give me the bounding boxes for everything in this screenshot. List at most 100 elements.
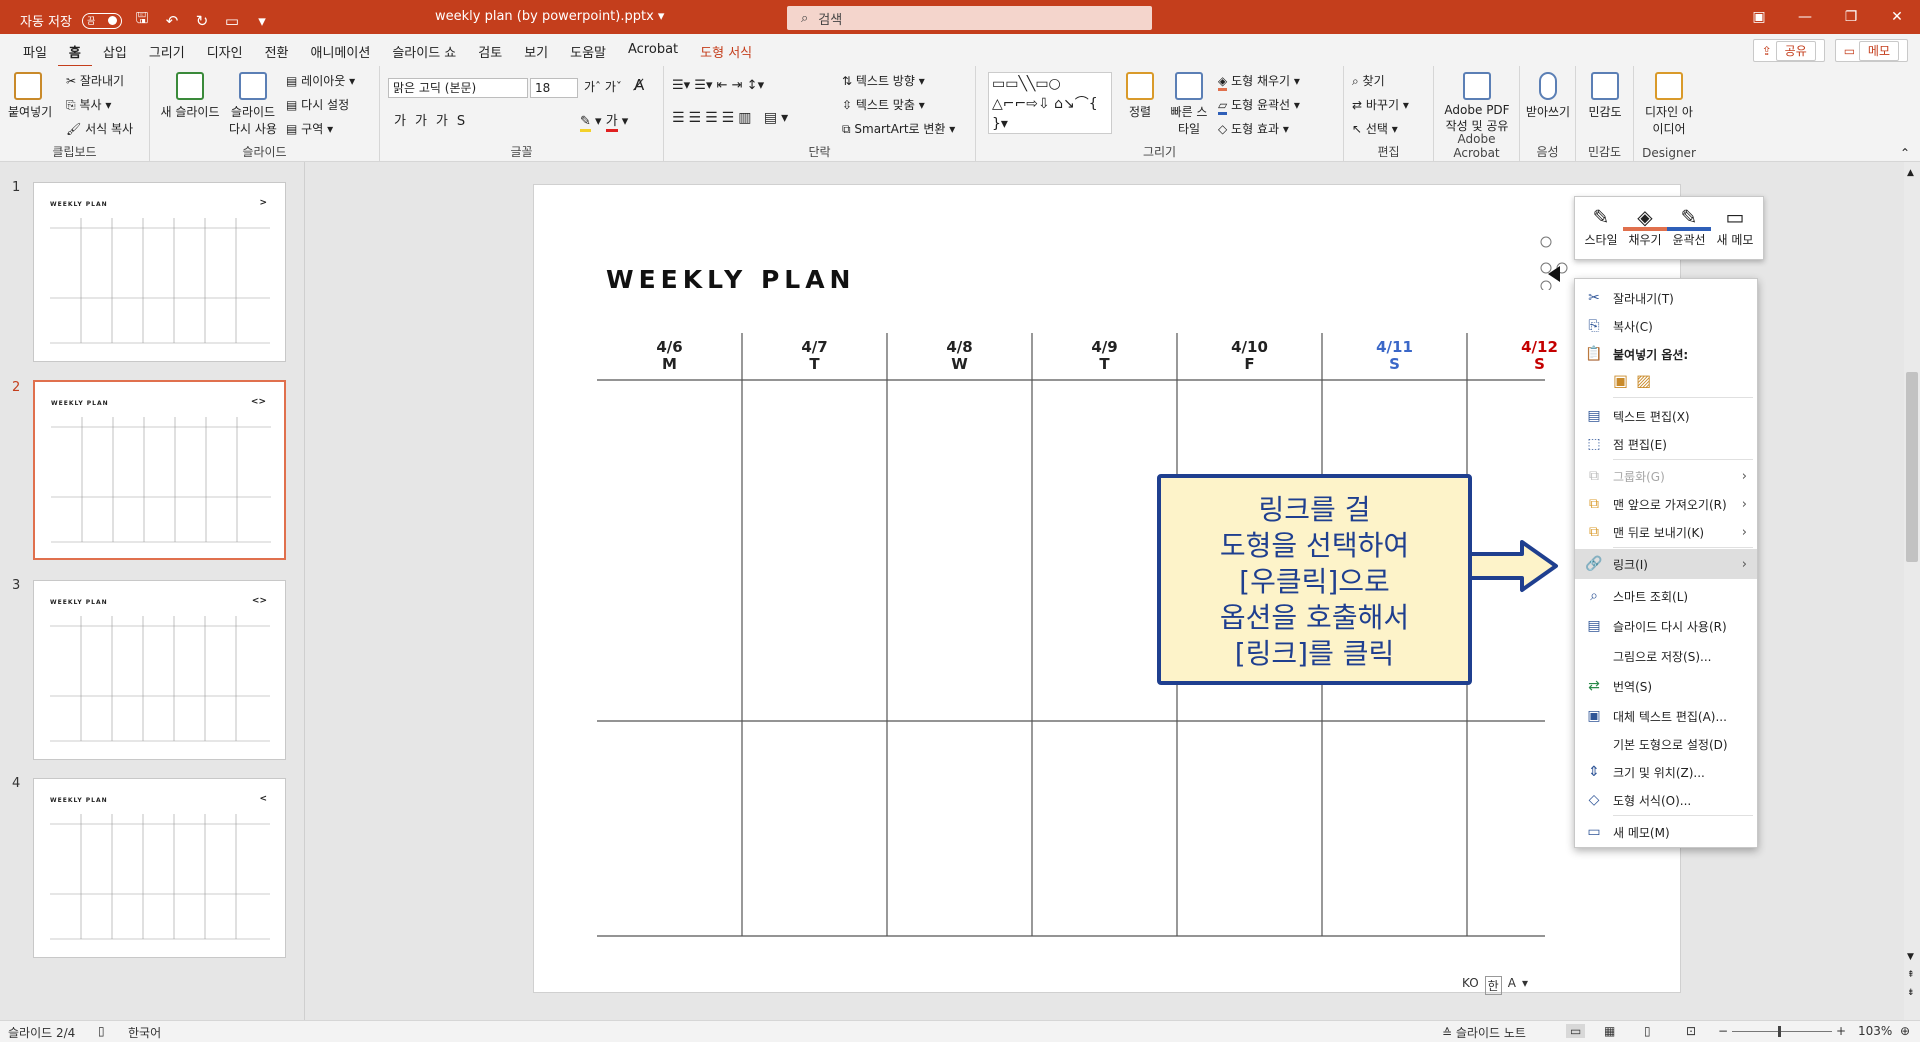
menu-item-bring-front[interactable]: ⧉ 맨 앞으로 가져오기(R) › [1575,491,1757,517]
autosave-toggle[interactable]: 끔 [81,12,122,29]
tab-draw[interactable]: 그리기 [138,42,196,68]
tab-transitions[interactable]: 전환 [254,42,300,68]
document-title[interactable]: weekly plan (by powerpoint).pptx ▾ [435,9,664,24]
tab-shape-format[interactable]: 도형 서식 [689,42,763,68]
cut-button[interactable]: ✂ 잘라내기 [66,72,124,89]
zoom-out-icon[interactable]: − [1718,1024,1728,1038]
scroll-down-icon[interactable]: ▼ [1907,952,1914,962]
highlight-font-color-icons[interactable]: ✎ ▾ 가 ▾ [580,110,628,132]
text-direction-button[interactable]: ⇅ 텍스트 방향 ▾ [842,72,925,89]
new-comment-button[interactable]: ▭ 새 메모 [1713,203,1757,248]
align-text-button[interactable]: ⇳ 텍스트 맞춤 ▾ [842,96,925,113]
comments-button[interactable]: ▭ 메모 [1834,39,1908,62]
menu-item-edit-text[interactable]: ▤ 텍스트 편집(X) [1575,403,1757,429]
ime-indicator[interactable]: KO 한 A ▾ [1462,976,1528,995]
menu-item-edit-points[interactable]: ⬚ 점 편집(E) [1575,431,1757,457]
menu-item-save-as-picture[interactable]: 그림으로 저장(S)... [1575,643,1757,669]
search-input[interactable]: ⌕ 검색 [787,6,1152,30]
shape-effects-button[interactable]: ◇ 도형 효과 ▾ [1218,120,1289,137]
customize-qat-icon[interactable]: ▾ [252,12,272,30]
arrange-button[interactable]: 정렬 [1120,72,1160,120]
menu-item-translate[interactable]: ⇄ 번역(S) [1575,673,1757,699]
tab-review[interactable]: 검토 [467,42,513,68]
slideshow-view-icon[interactable]: ⊡ [1686,1024,1696,1038]
reset-button[interactable]: ▤ 다시 설정 [286,96,349,113]
shape-fill-button[interactable]: ◈ 도형 채우기 ▾ [1218,72,1300,91]
dictate-button[interactable]: 받아쓰기 [1524,72,1572,120]
tab-home[interactable]: 홈 [57,42,92,68]
shape-outline-button[interactable]: ▱ 도형 윤곽선 ▾ [1218,96,1300,115]
font-size-select[interactable]: 18 [530,78,578,98]
menu-item-format-shape[interactable]: ◇ 도형 서식(O)... [1575,787,1757,813]
sensitivity-button[interactable]: 민감도 [1582,72,1628,120]
reuse-slides-button[interactable]: 슬라이드 다시 사용 [228,72,278,137]
redo-icon[interactable]: ↻ [192,12,212,30]
paste-picture-icon[interactable]: ▨ [1636,371,1651,390]
scroll-thumb[interactable] [1906,372,1918,562]
minimize-button[interactable]: — [1782,0,1828,34]
create-pdf-button[interactable]: Adobe PDF 작성 및 공유 [1438,72,1516,134]
select-button[interactable]: ↖ 선택 ▾ [1352,120,1398,137]
fit-to-window-icon[interactable]: ⊕ [1900,1024,1910,1038]
menu-item-new-comment[interactable]: ▭ 새 메모(M) [1575,819,1757,845]
zoom-in-icon[interactable]: + [1836,1024,1846,1038]
undo-icon[interactable]: ↶ [162,12,182,30]
menu-item-copy[interactable]: ⎘ 복사(C) [1575,313,1757,339]
tab-acrobat[interactable]: Acrobat [617,42,689,68]
find-button[interactable]: ⌕ 찾기 [1352,72,1385,89]
slide-thumbnail-1[interactable]: WEEKLY PLAN > [33,182,286,362]
collapse-ribbon-icon[interactable]: ⌃ [1900,146,1910,160]
restore-button[interactable]: ❐ [1828,0,1874,34]
menu-item-size-position[interactable]: ⇕ 크기 및 위치(Z)... [1575,759,1757,785]
shapes-gallery[interactable]: ▭▭╲╲▭○ △⌐⌐⇨⇩ ⌂↘⌒{ }▾ [988,72,1112,134]
tab-help[interactable]: 도움말 [559,42,617,68]
tab-slideshow[interactable]: 슬라이드 쇼 [381,42,467,68]
slide-thumbnail-3[interactable]: WEEKLY PLAN <> [33,580,286,760]
zoom-level[interactable]: 103% [1858,1024,1892,1038]
next-slide-icon[interactable]: ⇟ [1907,988,1915,998]
menu-item-set-default-shape[interactable]: 기본 도형으로 설정(D) [1575,731,1757,757]
menu-item-edit-alt-text[interactable]: ▣ 대체 텍스트 편집(A)... [1575,703,1757,729]
close-button[interactable]: ✕ [1874,0,1920,34]
copy-button[interactable]: ⎘ 복사 ▾ [66,96,111,113]
font-style-icons[interactable]: 가가가S [394,110,474,129]
menu-item-link[interactable]: 🔗 링크(I) › [1575,549,1757,579]
design-ideas-button[interactable]: 디자인 아이디어 [1640,72,1698,137]
grow-font-icon[interactable]: 가ˆ 가ˇ [584,78,622,95]
language-indicator[interactable]: 한국어 [128,1024,161,1041]
slide-sorter-icon[interactable]: ▦ [1604,1024,1615,1038]
replace-button[interactable]: ⇄ 바꾸기 ▾ [1352,96,1409,113]
paste-button[interactable]: 붙여넣기 [8,72,52,120]
tab-view[interactable]: 보기 [513,42,559,68]
list-icons[interactable]: ☰▾ ☰▾ ⇤ ⇥ ↕▾ [672,78,764,93]
present-icon[interactable]: ▭ [222,12,242,30]
scroll-up-icon[interactable]: ▲ [1907,168,1914,178]
zoom-slider[interactable] [1732,1031,1832,1032]
normal-view-icon[interactable]: ▭ [1566,1024,1586,1038]
zoom-slider-thumb[interactable] [1778,1026,1781,1037]
smartart-button[interactable]: ⧉ SmartArt로 변환 ▾ [842,120,955,137]
clear-format-icon[interactable]: A̸ [634,76,644,94]
slide-thumbnail-4[interactable]: WEEKLY PLAN < [33,778,286,958]
slide-thumbnail-2[interactable]: WEEKLY PLAN <> [33,380,286,560]
format-painter-button[interactable]: 🖌 서식 복사 [66,120,133,137]
align-icons[interactable]: ☰☰☰☰▥ ▤▾ [672,110,792,126]
spellcheck-icon[interactable]: ▯ [98,1024,105,1038]
paste-option-buttons[interactable]: ▣ ▨ [1613,367,1673,393]
notes-button[interactable]: ≙ 슬라이드 노트 [1442,1024,1526,1041]
style-button[interactable]: ✎ 스타일 [1579,203,1623,248]
tab-design[interactable]: 디자인 [196,42,254,68]
save-icon[interactable]: 🖫 [132,8,152,33]
menu-item-cut[interactable]: ✂ 잘라내기(T) [1575,285,1757,311]
paste-keep-source-icon[interactable]: ▣ [1613,371,1628,390]
tab-file[interactable]: 파일 [12,42,58,68]
ribbon-display-icon[interactable]: ▣ [1736,0,1782,34]
tab-insert[interactable]: 삽입 [92,42,138,68]
share-button[interactable]: ⇪ 공유 [1752,39,1825,62]
previous-slide-icon[interactable]: ⇞ [1907,970,1915,980]
fill-button[interactable]: ◈ 채우기 [1623,203,1667,248]
menu-item-send-back[interactable]: ⧉ 맨 뒤로 보내기(K) › [1575,519,1757,545]
tab-animations[interactable]: 애니메이션 [300,42,382,68]
menu-item-smart-lookup[interactable]: ⌕ 스마트 조회(L) [1575,583,1757,609]
quick-styles-button[interactable]: 빠른 스타일 [1166,72,1212,137]
